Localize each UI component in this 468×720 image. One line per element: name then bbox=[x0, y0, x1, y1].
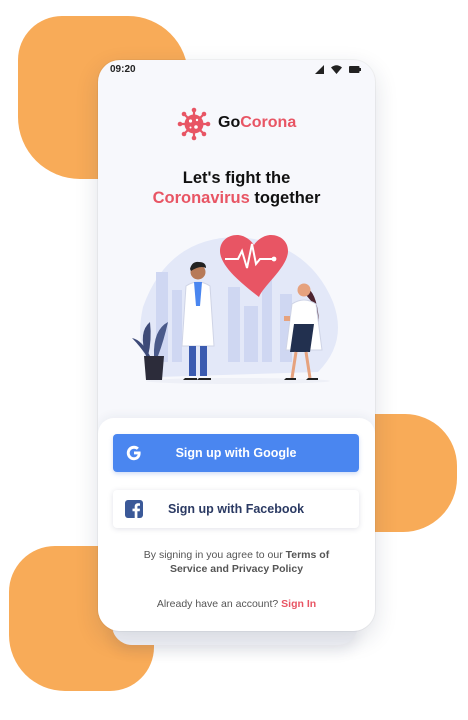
headline-accent: Coronavirus bbox=[152, 189, 250, 207]
google-signup-label: Sign up with Google bbox=[175, 446, 297, 460]
brand-name-prefix: Go bbox=[218, 114, 241, 131]
facebook-signup-label: Sign up with Facebook bbox=[167, 502, 305, 516]
signin-row: Already have an account? Sign In bbox=[98, 598, 375, 610]
headline-rest: together bbox=[249, 189, 321, 207]
headline: Let's fight the Coronavirus together bbox=[98, 168, 375, 208]
brand: GoCorona bbox=[98, 106, 375, 142]
battery-icon bbox=[349, 66, 361, 73]
signal-icon bbox=[315, 65, 324, 74]
terms-line1: By signing in you agree to our Terms of bbox=[98, 548, 375, 562]
doctors-illustration bbox=[132, 235, 338, 384]
headline-line1: Let's fight the bbox=[182, 169, 291, 187]
brand-name: GoCorona bbox=[218, 114, 296, 132]
terms-prefix: By signing in you agree to our bbox=[143, 549, 286, 561]
brand-name-accent: Corona bbox=[240, 114, 297, 131]
status-icons bbox=[315, 65, 361, 74]
terms-text: By signing in you agree to our Terms of … bbox=[98, 548, 375, 576]
status-bar: 09:20 bbox=[98, 60, 375, 80]
facebook-signup-button[interactable]: Sign up with Facebook bbox=[113, 490, 359, 528]
phone-screen: 09:20 GoCorona Let's fight the Coronavir… bbox=[98, 60, 375, 631]
signin-link[interactable]: Sign In bbox=[281, 598, 316, 610]
signup-panel: Sign up with Google Sign up with Faceboo… bbox=[98, 418, 375, 631]
terms-link-2[interactable]: Service and Privacy Policy bbox=[98, 562, 375, 576]
status-time: 09:20 bbox=[110, 64, 136, 75]
wifi-icon bbox=[331, 65, 342, 74]
virus-logo-icon bbox=[177, 107, 211, 141]
signin-prompt: Already have an account? bbox=[156, 598, 282, 610]
google-signup-button[interactable]: Sign up with Google bbox=[113, 434, 359, 472]
terms-link-1[interactable]: Terms of bbox=[286, 549, 330, 561]
headline-line2: Coronavirus together bbox=[98, 188, 375, 208]
